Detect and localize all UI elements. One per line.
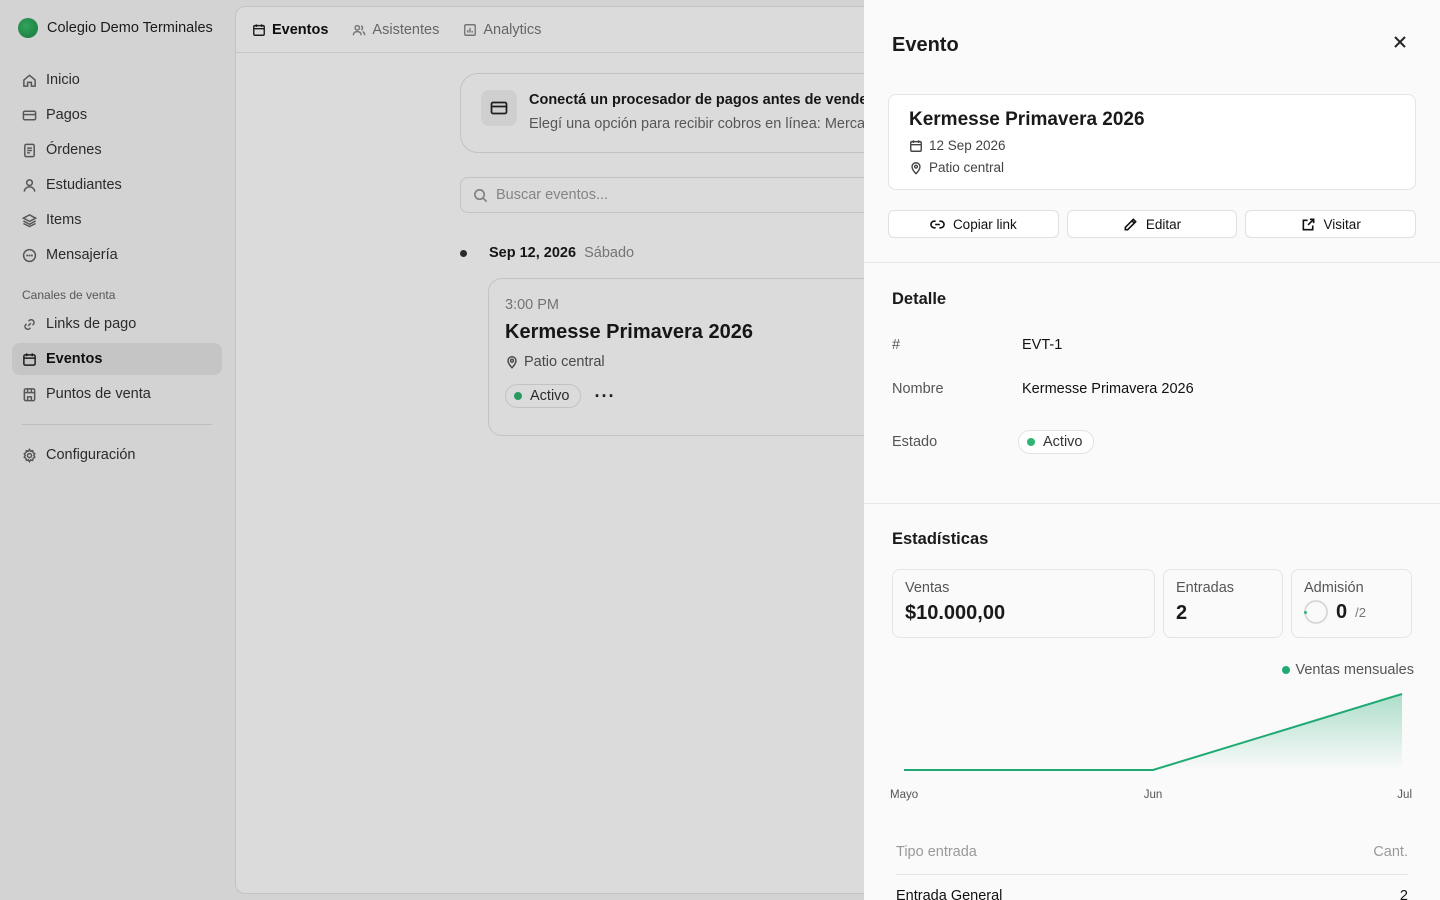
close-icon bbox=[1394, 36, 1406, 48]
external-link-icon bbox=[1302, 218, 1314, 230]
sales-chart-svg: Mayo Jun Jul bbox=[890, 693, 1412, 801]
ticket-type-cell: Entrada General bbox=[896, 888, 1003, 900]
detail-row-id: # EVT-1 bbox=[864, 337, 1440, 353]
stat-cards: Ventas $10.000,00 Entradas 2 Admisión 0 … bbox=[892, 569, 1412, 638]
stat-sales-value: $10.000,00 bbox=[905, 602, 1006, 624]
calendar-icon bbox=[910, 139, 922, 152]
drawer-actions: Copiar link Editar Visitar bbox=[888, 210, 1417, 238]
summary-date: 12 Sep 2026 bbox=[909, 138, 1395, 153]
stat-tickets-label: Entradas bbox=[1176, 580, 1235, 596]
stat-sales-label: Ventas bbox=[905, 580, 950, 596]
detail-status-label: Estado bbox=[892, 434, 938, 450]
visit-button[interactable]: Visitar bbox=[1245, 210, 1417, 238]
chart-area bbox=[904, 694, 1402, 770]
x-tick-label: Jun bbox=[1144, 789, 1163, 801]
table-row: Entrada General 2 bbox=[896, 875, 1408, 900]
detail-id-value: EVT-1 bbox=[1022, 337, 1063, 353]
col-quantity: Cant. bbox=[1373, 844, 1408, 860]
table-header: Tipo entrada Cant. bbox=[896, 844, 1408, 875]
status-label: Activo bbox=[1043, 434, 1083, 450]
ticket-qty-cell: 2 bbox=[1399, 888, 1408, 900]
edit-button[interactable]: Editar bbox=[1066, 210, 1238, 238]
legend-label: Ventas mensuales bbox=[1295, 662, 1415, 678]
stat-admission-body: 0 /2 bbox=[1304, 600, 1399, 624]
detail-row-status: Estado Activo bbox=[864, 430, 1440, 454]
admission-progress-ring bbox=[1304, 600, 1328, 624]
close-button[interactable] bbox=[1388, 30, 1412, 54]
x-tick-label: Mayo bbox=[890, 789, 918, 801]
copy-link-label: Copiar link bbox=[952, 216, 1017, 232]
status-badge: Activo bbox=[1018, 430, 1094, 454]
summary-location-label: Patio central bbox=[929, 160, 1005, 175]
detail-id-label: # bbox=[892, 337, 901, 353]
pencil-icon bbox=[1124, 217, 1137, 230]
stats-section: Estadísticas Ventas $10.000,00 Entradas … bbox=[864, 504, 1440, 900]
sales-chart: Mayo Jun Jul bbox=[890, 684, 1414, 814]
ticket-type-table: Tipo entrada Cant. Entrada General 2 bbox=[896, 844, 1408, 900]
event-drawer: Evento Kermesse Primavera 2026 12 Sep 20… bbox=[864, 0, 1440, 900]
detail-title: Detalle bbox=[892, 290, 947, 308]
visit-label: Visitar bbox=[1323, 216, 1361, 232]
event-summary-card: Kermesse Primavera 2026 12 Sep 2026 Pati… bbox=[888, 94, 1416, 190]
copy-link-button[interactable]: Copiar link bbox=[888, 210, 1059, 238]
detail-section: Detalle # EVT-1 Nombre Kermesse Primaver… bbox=[864, 263, 1440, 503]
edit-label: Editar bbox=[1145, 216, 1182, 232]
stat-admission-total: /2 bbox=[1355, 604, 1366, 620]
drawer-title: Evento bbox=[892, 34, 959, 56]
summary-date-label: 12 Sep 2026 bbox=[929, 138, 1006, 153]
link-icon bbox=[930, 219, 945, 229]
map-pin-icon bbox=[911, 161, 921, 175]
stat-card-sales: Ventas $10.000,00 bbox=[892, 569, 1155, 638]
detail-name-value: Kermesse Primavera 2026 bbox=[1022, 381, 1194, 397]
x-tick-label: Jul bbox=[1397, 789, 1412, 801]
stat-admission-label: Admisión bbox=[1304, 580, 1364, 596]
legend-dot bbox=[1281, 666, 1290, 674]
stat-card-tickets: Entradas 2 bbox=[1163, 569, 1283, 638]
detail-row-name: Nombre Kermesse Primavera 2026 bbox=[864, 381, 1440, 397]
stat-admission-value: 0 bbox=[1336, 600, 1348, 623]
summary-location: Patio central bbox=[909, 160, 1395, 175]
chart-legend: Ventas mensuales bbox=[864, 662, 1414, 678]
detail-name-label: Nombre bbox=[892, 381, 944, 397]
drawer-header: Evento bbox=[864, 0, 1440, 94]
status-dot bbox=[1027, 438, 1035, 446]
stat-card-admission: Admisión 0 /2 bbox=[1291, 569, 1412, 638]
summary-title: Kermesse Primavera 2026 bbox=[909, 109, 1145, 130]
col-ticket-type: Tipo entrada bbox=[896, 844, 977, 860]
stat-tickets-value: 2 bbox=[1176, 602, 1188, 624]
stats-title: Estadísticas bbox=[892, 530, 989, 548]
